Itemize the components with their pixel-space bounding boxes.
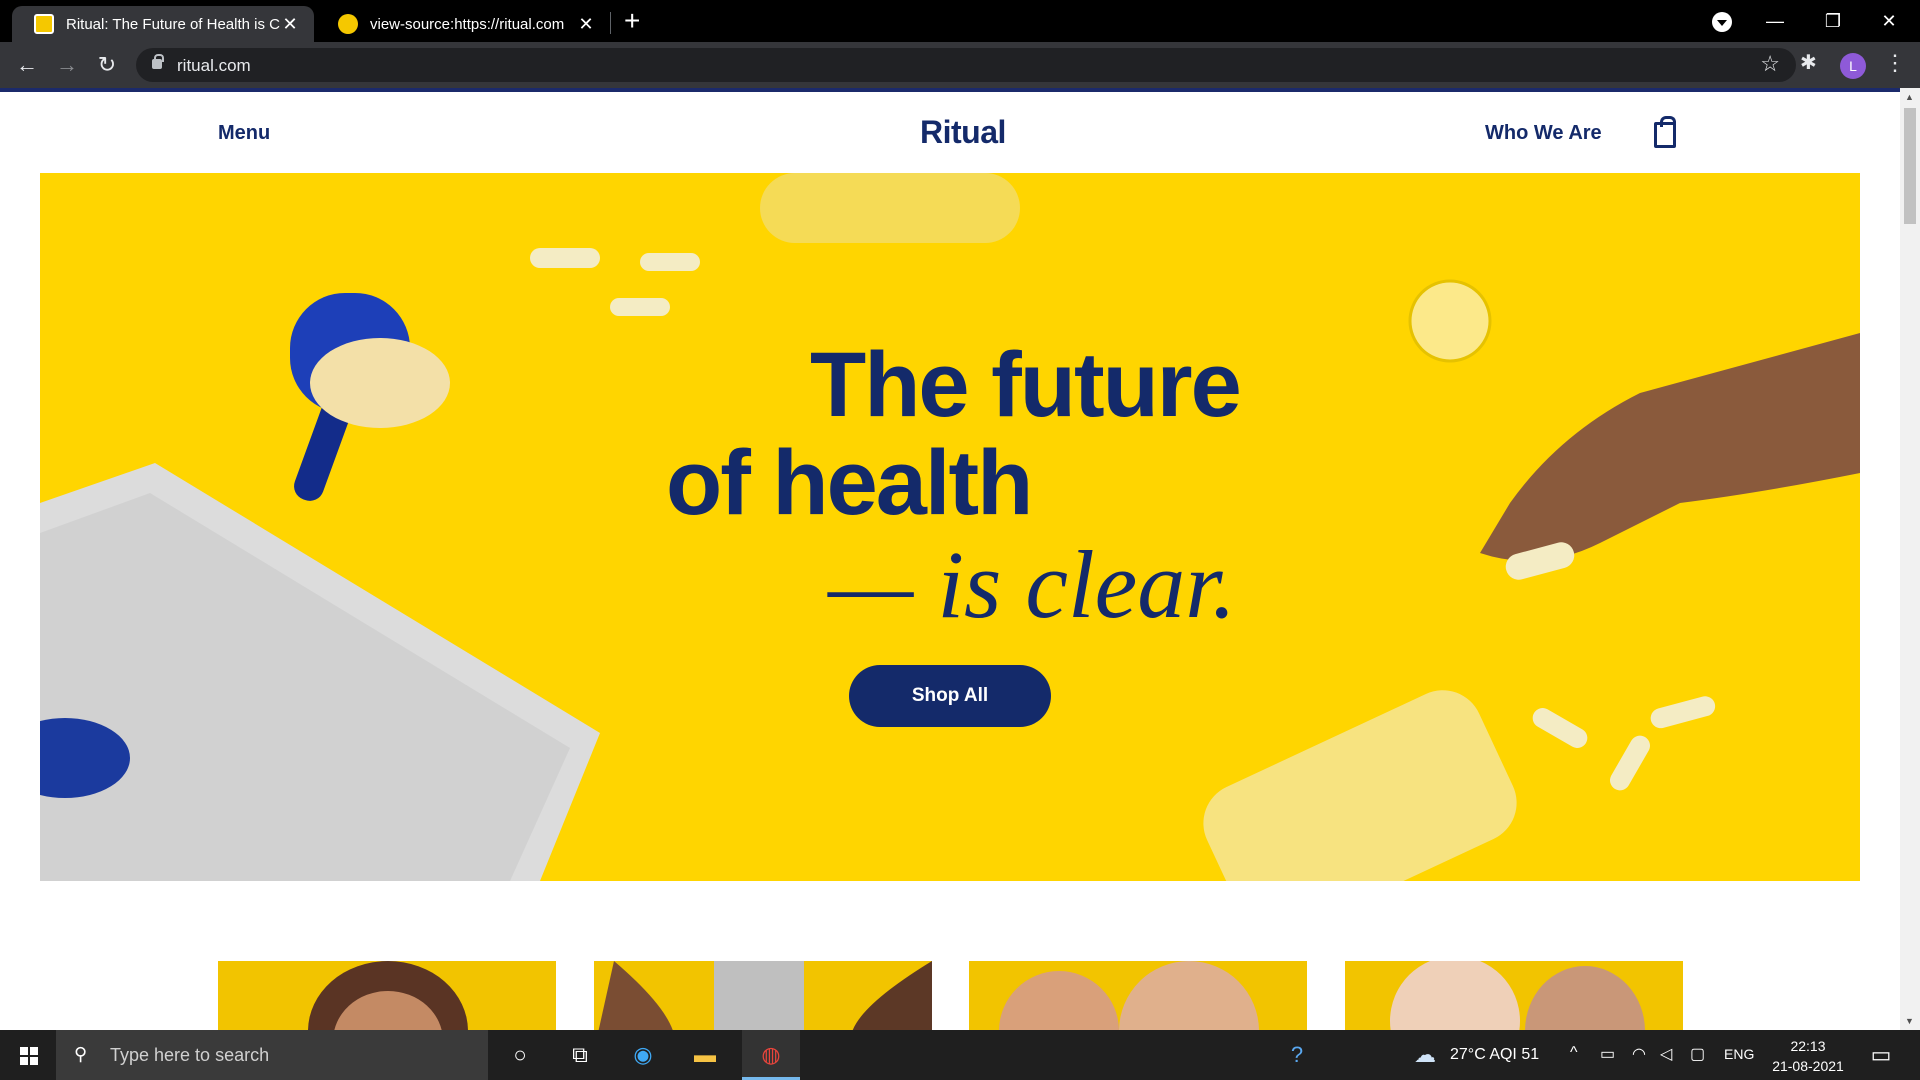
meet-now-icon[interactable]: ▢: [1690, 1044, 1705, 1064]
scroll-thumb[interactable]: [1904, 108, 1916, 224]
reload-icon[interactable]: ↻: [92, 50, 122, 80]
tab-title: Ritual: The Future of Health is Cle: [66, 15, 280, 33]
web-page: Menu Ritual Who We Are The future of hea…: [0, 88, 1900, 1030]
category-card[interactable]: [969, 961, 1307, 1030]
taskbar-clock[interactable]: 22:13 21-08-2021: [1768, 1036, 1848, 1076]
edge-browser-icon[interactable]: ◉: [628, 1040, 658, 1070]
category-card[interactable]: [218, 961, 556, 1030]
capsule-shape: [1532, 708, 1588, 748]
hero-headline-line1: The future: [810, 334, 1242, 436]
capsule-shape: [640, 253, 700, 271]
weather-text[interactable]: 27°C AQI 51: [1450, 1046, 1539, 1064]
wifi-icon[interactable]: ◠: [1632, 1044, 1646, 1064]
back-arrow-icon[interactable]: ←: [12, 50, 42, 80]
hand-shape: [1480, 333, 1860, 561]
tab-close-icon[interactable]: ✕: [280, 14, 300, 35]
shop-all-button[interactable]: Shop All: [849, 665, 1051, 727]
browser-toolbar: ← → ↻ ritual.com ☆ ✱ L ⋮: [0, 42, 1920, 88]
extensions-puzzle-icon[interactable]: ✱: [1800, 50, 1817, 75]
screen: Ritual: The Future of Health is Cle ✕ vi…: [0, 0, 1920, 1080]
hero-headline-line2: of health: [666, 432, 1033, 534]
cortana-icon[interactable]: ○: [505, 1040, 535, 1070]
card-photo-mother-child: [999, 961, 1259, 1030]
windows-taskbar: ⚲ Type here to search ○ ⧉ ◉ ▬ ◍ ? ☁ 27°C…: [0, 1030, 1920, 1080]
hero-banner: The future of health — is clear. Shop Al…: [40, 173, 1860, 881]
tab-search-icon[interactable]: [1712, 12, 1732, 32]
capsule-shape: [610, 298, 670, 316]
close-window-button[interactable]: ✕: [1866, 4, 1912, 38]
minimize-button[interactable]: —: [1752, 4, 1798, 38]
tab-ritual[interactable]: Ritual: The Future of Health is Cle ✕: [12, 6, 314, 42]
browser-titlebar: Ritual: The Future of Health is Cle ✕ vi…: [0, 0, 1920, 42]
scroll-down-icon[interactable]: ▼: [1905, 1016, 1914, 1026]
task-view-icon[interactable]: ⧉: [565, 1040, 595, 1070]
address-bar[interactable]: ritual.com ☆: [136, 48, 1796, 82]
restore-button[interactable]: ❐: [1810, 4, 1856, 38]
weather-cloud-icon[interactable]: ☁: [1410, 1040, 1440, 1070]
notifications-icon[interactable]: ▭: [1866, 1040, 1896, 1070]
scroll-up-icon[interactable]: ▲: [1905, 92, 1914, 102]
clock-time: 22:13: [1790, 1038, 1826, 1054]
url-text: ritual.com: [177, 56, 251, 75]
oil-ball-shape: [1408, 279, 1492, 363]
bookmark-star-icon[interactable]: ☆: [1760, 51, 1780, 77]
clock-date: 21-08-2021: [1772, 1058, 1844, 1074]
capsule-shape: [1650, 696, 1716, 729]
card-photo-woman-smiling: [308, 961, 468, 1030]
search-icon: ⚲: [74, 1044, 88, 1064]
card-photo-couple: [1390, 961, 1645, 1030]
capsule-shape: [530, 248, 600, 268]
search-placeholder: Type here to search: [110, 1045, 270, 1065]
tab-divider: [610, 12, 611, 34]
volume-icon[interactable]: ◁: [1660, 1044, 1672, 1064]
category-card[interactable]: [594, 961, 932, 1030]
ritual-logo[interactable]: Ritual: [920, 114, 1006, 151]
taskbar-search[interactable]: ⚲ Type here to search: [56, 1030, 488, 1080]
who-we-are-link[interactable]: Who We Are: [1485, 122, 1602, 145]
language-indicator[interactable]: ENG: [1724, 1046, 1754, 1062]
more-menu-icon[interactable]: ⋮: [1884, 50, 1906, 76]
forward-arrow-icon[interactable]: →: [52, 50, 82, 80]
lock-icon: [152, 54, 164, 69]
menu-link[interactable]: Menu: [218, 122, 270, 145]
tab-close-icon[interactable]: ✕: [576, 14, 596, 35]
jar-top-shape: [760, 173, 1020, 243]
page-scrollbar[interactable]: ▲ ▼: [1900, 88, 1920, 1030]
capsule-shape: [1610, 735, 1650, 791]
card-photo-arms: [598, 961, 932, 1030]
new-tab-button[interactable]: +: [624, 6, 640, 36]
chrome-browser-icon[interactable]: ◍: [742, 1030, 800, 1080]
help-icon[interactable]: ?: [1282, 1040, 1312, 1070]
ritual-favicon-icon: [34, 14, 54, 34]
hero-headline-line3: — is clear.: [828, 531, 1236, 638]
windows-start-icon[interactable]: [20, 1047, 38, 1065]
profile-avatar[interactable]: L: [1840, 53, 1866, 79]
file-explorer-icon[interactable]: ▬: [690, 1040, 720, 1070]
ritual-favicon-icon: [338, 14, 358, 34]
battery-icon[interactable]: ▭: [1600, 1044, 1615, 1064]
tray-chevron-icon[interactable]: ^: [1570, 1044, 1578, 1062]
category-cards: [0, 961, 1900, 1030]
category-card[interactable]: [1345, 961, 1683, 1030]
jar-bottom-shape: [1203, 690, 1517, 881]
tab-view-source[interactable]: view-source:https://ritual.com ✕: [316, 6, 610, 42]
tab-title: view-source:https://ritual.com: [370, 15, 565, 33]
powder-pile-shape: [310, 338, 450, 428]
shopping-bag-icon[interactable]: [1654, 116, 1676, 148]
